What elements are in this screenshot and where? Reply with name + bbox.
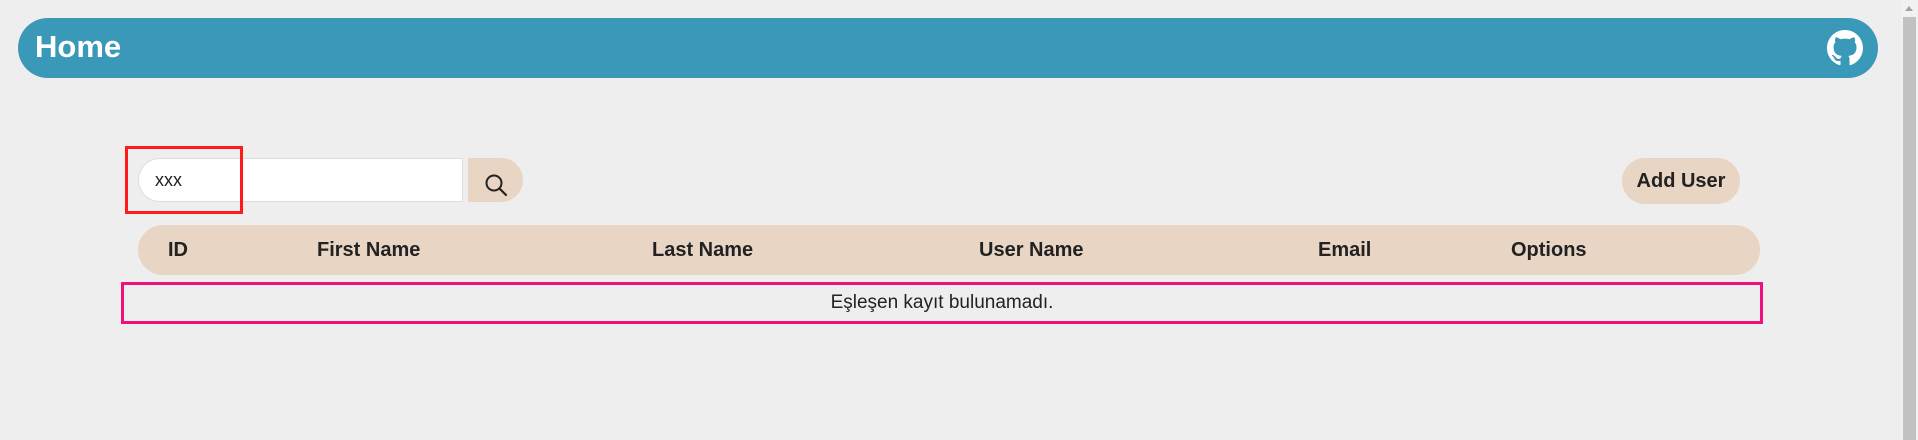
column-header-email: Email: [1318, 239, 1372, 261]
vertical-scrollbar[interactable]: [1901, 0, 1918, 440]
scrollbar-thumb[interactable]: [1903, 17, 1916, 440]
search-button[interactable]: [468, 158, 523, 202]
add-user-button[interactable]: Add User: [1622, 158, 1740, 204]
search-bar: [138, 158, 463, 202]
scroll-up-arrow-icon[interactable]: [1901, 0, 1918, 17]
page: Home Add User ID First Name Last Name Us…: [0, 0, 1918, 440]
column-header-user-name: User Name: [979, 239, 1084, 261]
column-header-last-name: Last Name: [652, 239, 754, 261]
page-title: Home: [35, 29, 122, 64]
table-header: ID First Name Last Name User Name Email …: [138, 225, 1760, 275]
search-icon: [485, 174, 507, 196]
column-header-id: ID: [168, 239, 188, 261]
column-header-first-name: First Name: [317, 239, 421, 261]
app-header: Home: [18, 18, 1878, 78]
github-icon[interactable]: [1827, 30, 1863, 66]
column-header-options: Options: [1511, 239, 1587, 261]
search-input[interactable]: [138, 158, 463, 202]
empty-table-message: Eşleşen kayıt bulunamadı.: [121, 282, 1763, 324]
